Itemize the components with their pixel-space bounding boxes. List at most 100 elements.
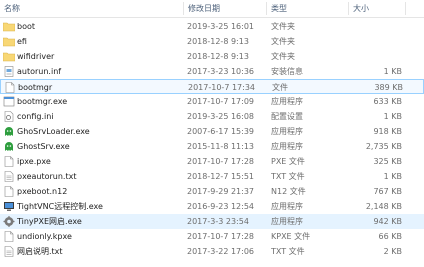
file-icon [4,186,14,197]
file-size: 2 KB [383,247,402,256]
file-name: boot [17,22,36,31]
file-size [352,49,402,64]
file-size: 918 KB [373,127,402,136]
file-size [352,19,402,34]
file-date: 2015-11-8 11:13 [187,142,254,151]
file-type: 安装信息 [271,67,303,76]
file-type: 应用程序 [271,142,303,151]
file-row-pxeautorun[interactable]: pxeautorun.txt 2018-12-7 15:51 TXT 文件 1 … [0,169,424,184]
file-size: 767 KB [373,187,402,196]
file-date: 2017-10-7 17:34 [188,83,255,92]
file-row-tightvnc[interactable]: TightVNC远程控制.exe 2016-9-23 12:54 应用程序 2,… [0,199,424,214]
file-size: 1 KB [383,112,402,121]
file-type: 配置设置 [271,112,303,121]
file-row-autorun[interactable]: autorun.inf 2017-3-23 10:36 安装信息 1 KB [0,64,424,79]
vnc-icon [4,202,14,211]
file-row-efi[interactable]: efi 2018-12-8 9:13 文件夹 [0,34,424,49]
file-type: 文件夹 [271,52,295,61]
folder-icon [3,22,15,32]
text-icon [4,246,14,257]
file-name: undionly.kpxe [17,232,72,241]
folder-icon [3,52,15,62]
file-type: 文件夹 [271,37,295,46]
column-header-bar: 名称 修改日期 类型 大小 [0,0,424,18]
file-icon [4,156,14,167]
file-type: 文件 [272,83,288,92]
file-size: 325 KB [373,157,402,166]
file-size: 2,148 KB [365,202,402,211]
ghost-icon [5,127,13,136]
file-row-bootmgr[interactable]: bootmgr 2017-10-7 17:34 文件 389 KB [0,79,424,94]
file-name: GhoSrvLoader.exe [17,127,90,136]
file-row-wifidriver[interactable]: wifidriver 2018-12-8 9:13 文件夹 [0,49,424,64]
file-type: 文件夹 [271,22,295,31]
file-date: 2019-3-25 16:08 [187,112,254,121]
column-header-name[interactable]: 名称 [0,0,185,17]
file-size: 66 KB [378,232,402,241]
column-divider[interactable] [405,2,406,15]
file-row-config[interactable]: config.ini 2019-3-25 16:08 配置设置 1 KB [0,109,424,124]
config-icon [4,111,14,122]
file-row-ghostsrv[interactable]: GhostSrv.exe 2015-11-8 11:13 应用程序 2,735 … [0,139,424,154]
file-row-boot[interactable]: boot 2019-3-25 16:01 文件夹 [0,19,424,34]
file-row-readme[interactable]: 网启说明.txt 2017-3-22 17:06 TXT 文件 2 KB [0,244,424,259]
setup-info-icon [4,66,14,77]
file-name: ipxe.pxe [17,157,51,166]
column-header-date[interactable]: 修改日期 [184,0,268,17]
file-date: 2017-10-7 17:28 [187,232,254,241]
file-date: 2017-3-3 23:54 [187,217,249,226]
file-row-ghosrvloader[interactable]: GhoSrvLoader.exe 2007-6-17 15:39 应用程序 91… [0,124,424,139]
file-size: 633 KB [373,97,402,106]
file-size: 2,735 KB [365,142,402,151]
file-size [352,34,402,49]
file-date: 2018-12-8 9:13 [187,52,249,61]
file-name: bootmgr.exe [17,97,68,106]
file-date: 2017-9-29 21:37 [187,187,254,196]
file-name: autorun.inf [17,67,62,76]
app-icon [3,96,15,107]
gear-icon [3,216,15,227]
folder-icon [3,37,15,47]
file-size: 1 KB [383,172,402,181]
file-date: 2017-10-7 17:28 [187,157,254,166]
file-date: 2018-12-8 9:13 [187,37,249,46]
column-header-type[interactable]: 类型 [267,0,351,17]
file-type: KPXE 文件 [271,232,311,241]
file-row-bootmgr-exe[interactable]: bootmgr.exe 2017-10-7 17:09 应用程序 633 KB [0,94,424,109]
file-row-tinypxe[interactable]: TinyPXE网启.exe 2017-3-3 23:54 应用程序 942 KB [0,214,424,229]
file-type: 应用程序 [271,217,303,226]
file-type: N12 文件 [271,187,306,196]
file-name: TightVNC远程控制.exe [17,202,103,211]
file-row-pxeboot[interactable]: pxeboot.n12 2017-9-29 21:37 N12 文件 767 K… [0,184,424,199]
file-date: 2017-10-7 17:09 [187,97,254,106]
file-name: TinyPXE网启.exe [17,217,82,226]
file-name: GhostSrv.exe [17,142,70,151]
ghost-icon [5,142,13,151]
file-type: TXT 文件 [271,247,305,256]
file-date: 2016-9-23 12:54 [187,202,254,211]
file-type: PXE 文件 [271,157,305,166]
file-row-undionly[interactable]: undionly.kpxe 2017-10-7 17:28 KPXE 文件 66… [0,229,424,244]
file-name: 网启说明.txt [17,247,63,256]
file-date: 2019-3-25 16:01 [187,22,254,31]
file-date: 2007-6-17 15:39 [187,127,254,136]
file-size: 389 KB [374,83,403,92]
file-date: 2017-3-22 17:06 [187,247,254,256]
file-type: 应用程序 [271,127,303,136]
text-icon [4,171,14,182]
column-header-size[interactable]: 大小 [349,0,413,17]
file-name: pxeautorun.txt [17,172,77,181]
file-size: 1 KB [383,67,402,76]
file-type: TXT 文件 [271,172,305,181]
file-size: 942 KB [373,217,402,226]
file-row-ipxe[interactable]: ipxe.pxe 2017-10-7 17:28 PXE 文件 325 KB [0,154,424,169]
file-name: pxeboot.n12 [17,187,68,196]
file-date: 2018-12-7 15:51 [187,172,254,181]
file-name: efi [17,37,27,46]
file-name: bootmgr [18,83,53,92]
file-date: 2017-3-23 10:36 [187,67,254,76]
file-name: config.ini [17,112,54,121]
file-icon [4,231,14,242]
file-name: wifidriver [17,52,55,61]
file-icon [5,82,15,93]
